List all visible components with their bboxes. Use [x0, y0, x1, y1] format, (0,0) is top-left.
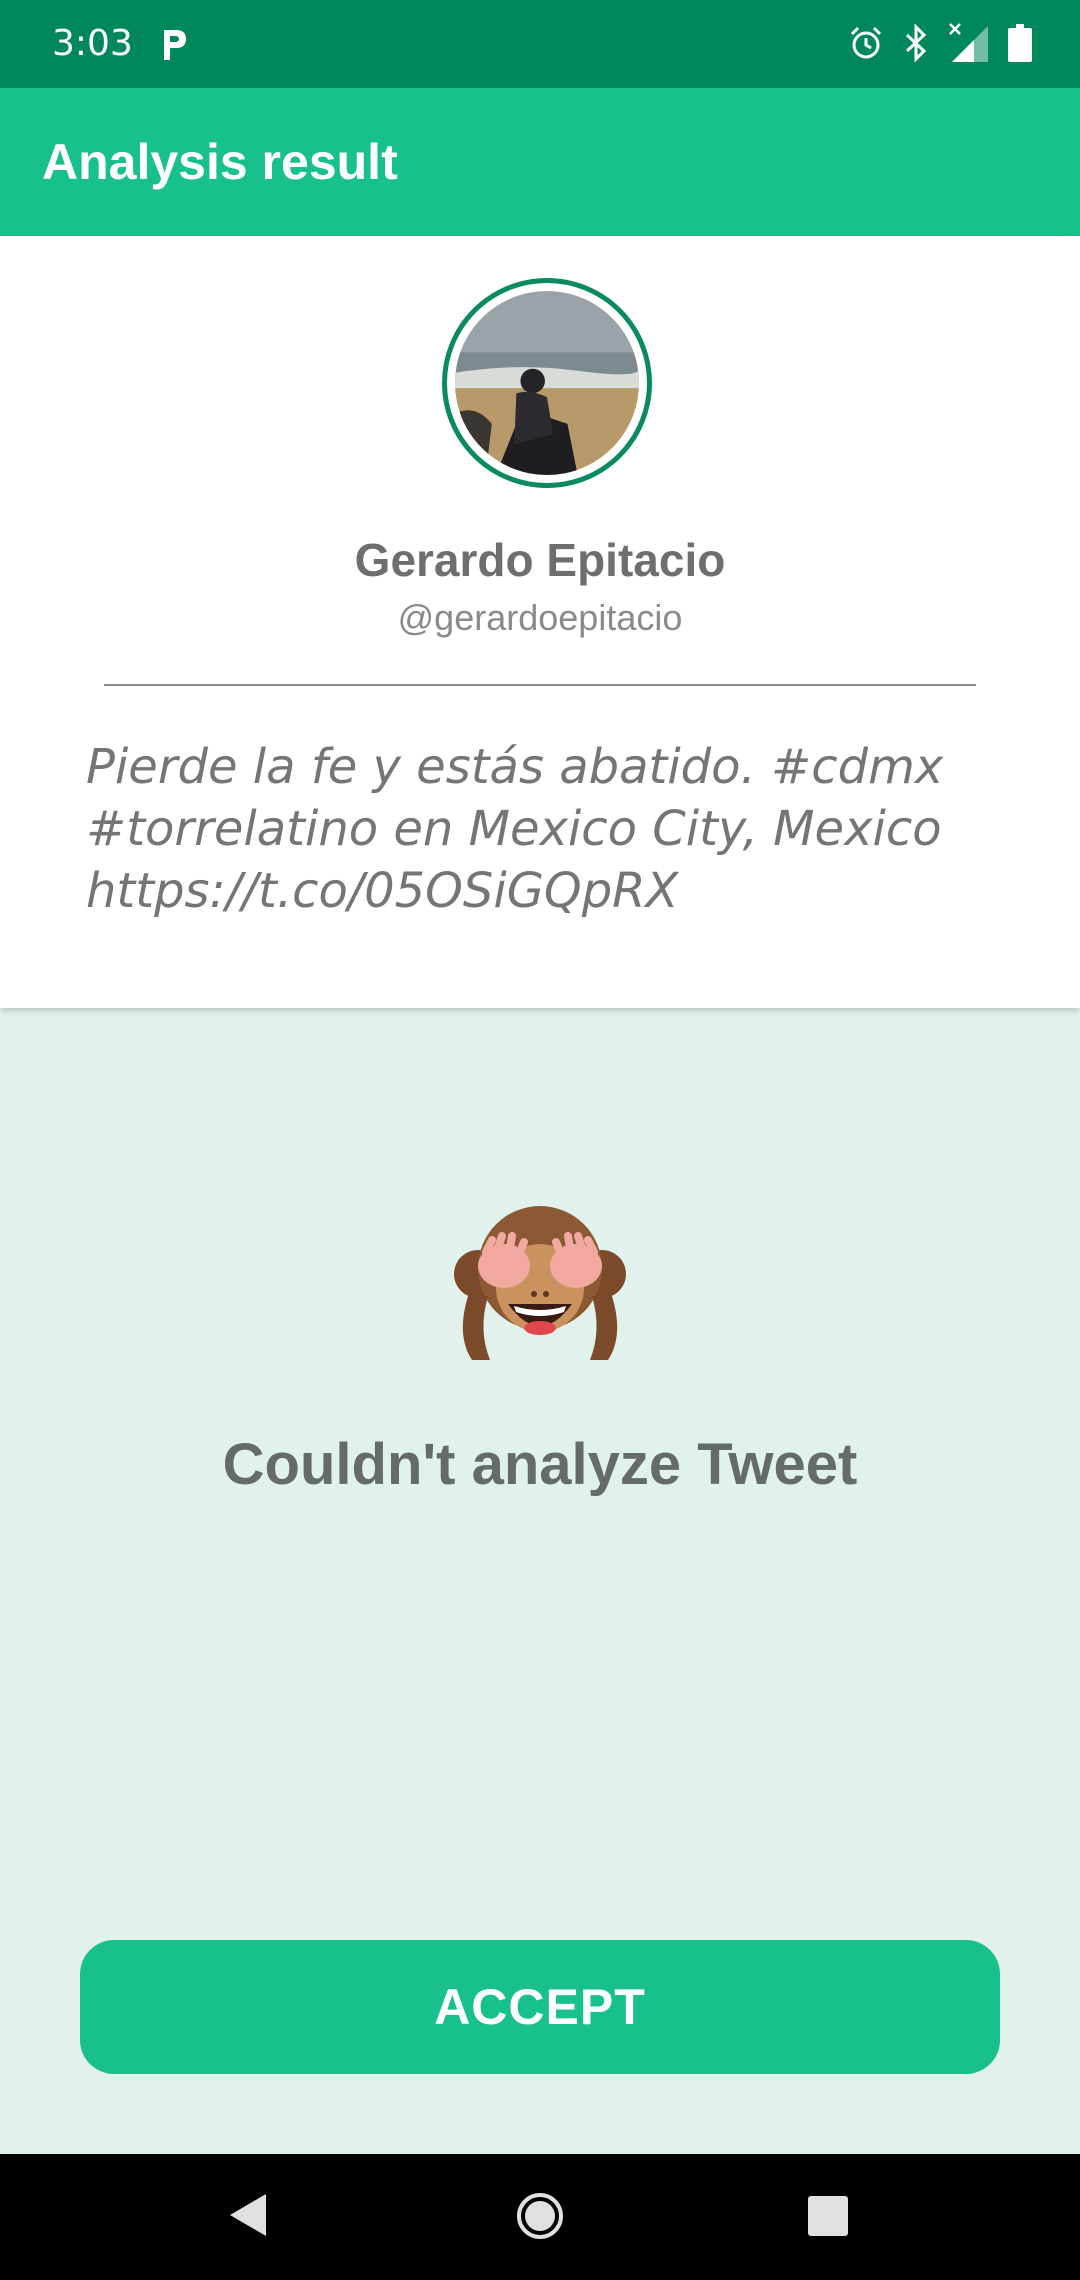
recents-icon[interactable]: [808, 2196, 848, 2236]
accept-button[interactable]: ACCEPT: [80, 1940, 1000, 2074]
profile-handle: @gerardoepitacio: [397, 597, 683, 638]
status-icons: [848, 22, 1032, 69]
avatar-ring: [442, 278, 652, 488]
page-title: Analysis result: [42, 134, 398, 190]
navigation-bar: [0, 2154, 1080, 2280]
back-icon[interactable]: [228, 2192, 268, 2238]
profile-card: Gerardo Epitacio @gerardoepitacio Pierde…: [0, 236, 1080, 1008]
avatar: [455, 291, 639, 475]
home-icon[interactable]: [516, 2192, 564, 2240]
p-app-icon: [164, 30, 186, 60]
app-bar: Analysis result: [0, 88, 1080, 236]
cell-signal-no-service-icon: [948, 22, 990, 69]
see-no-evil-monkey-icon: [448, 1196, 632, 1366]
profile-name: Gerardo Epitacio: [354, 534, 726, 586]
status-time: 3:03: [52, 23, 133, 64]
divider: [104, 684, 976, 686]
alarm-icon: [848, 25, 884, 66]
bluetooth-icon: [902, 22, 930, 67]
status-bar: 3:03: [0, 0, 1080, 88]
tweet-text: Pierde la fe y estás abatido. #cdmx #tor…: [86, 739, 944, 919]
battery-icon: [1008, 23, 1032, 67]
result-message: Couldn't analyze Tweet: [222, 1432, 858, 1497]
